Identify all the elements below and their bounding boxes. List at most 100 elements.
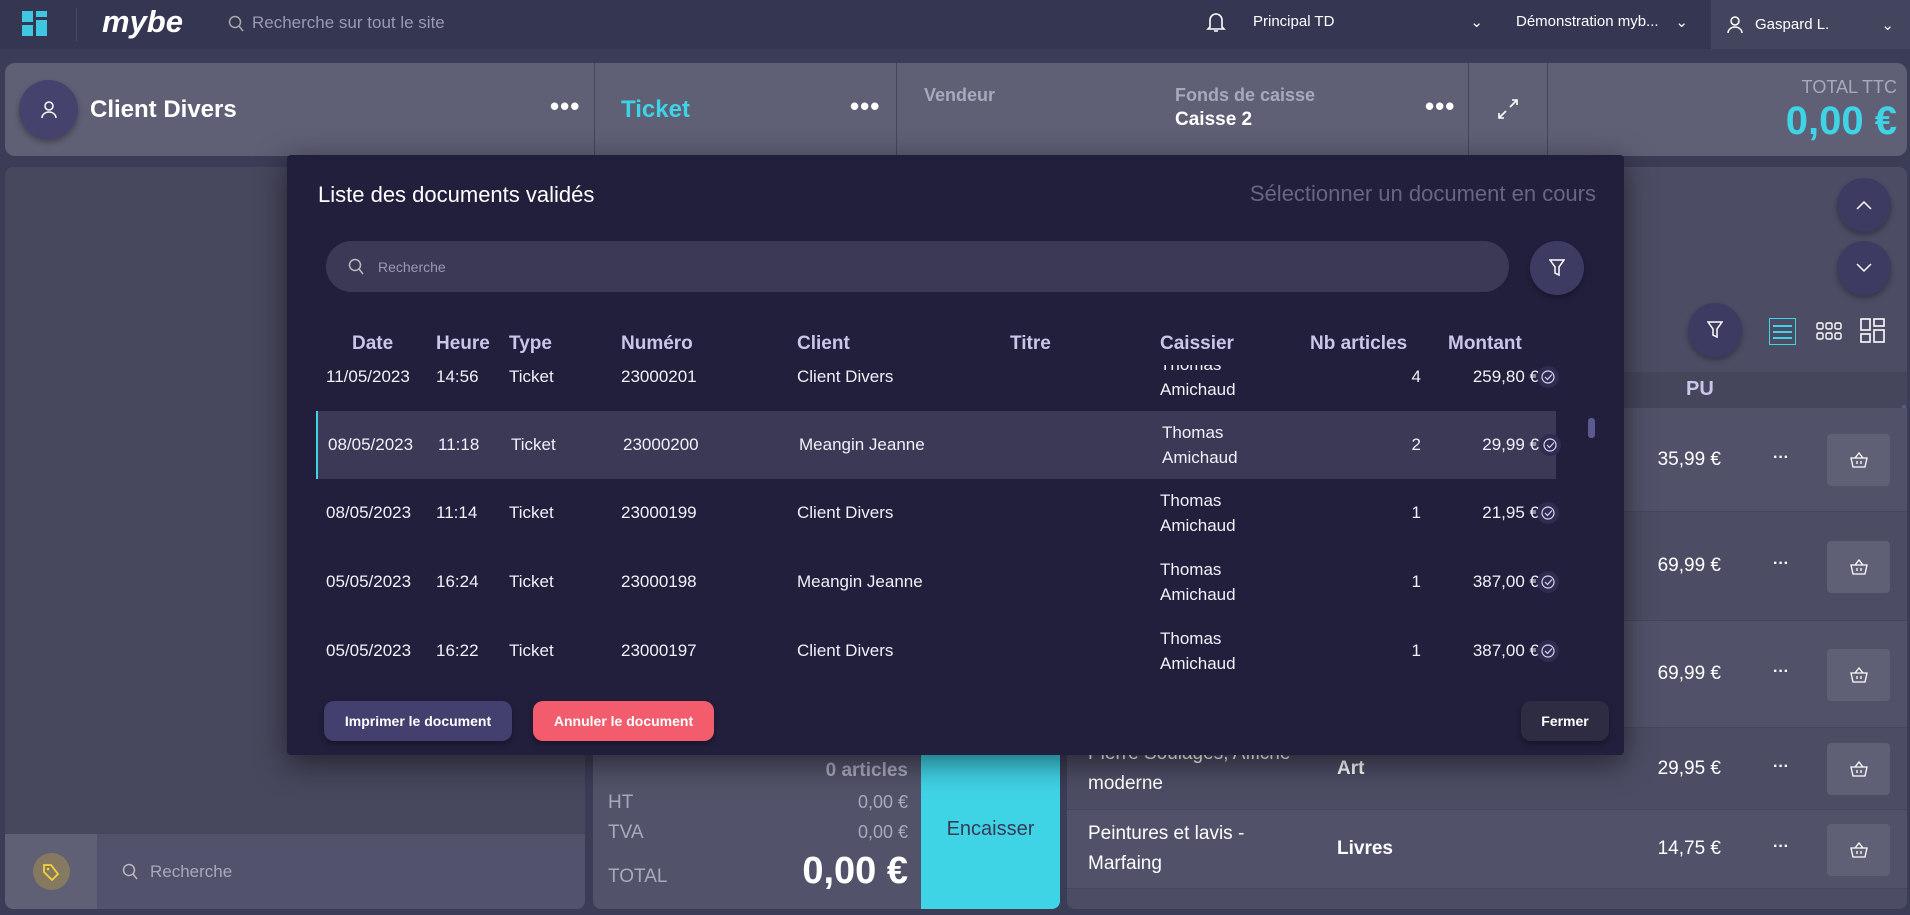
- filter-icon: [1707, 321, 1723, 339]
- col-nb-articles[interactable]: Nb articles: [1310, 333, 1407, 355]
- search-icon: [348, 258, 364, 275]
- cell-date: 05/05/2023: [326, 572, 412, 591]
- doc-type[interactable]: Ticket: [621, 96, 690, 124]
- close-button[interactable]: Fermer: [1521, 701, 1609, 741]
- cell-client: Client Divers: [797, 367, 894, 386]
- product-pu: 69,99 €: [1657, 663, 1721, 684]
- validated-check-icon: [1537, 502, 1559, 524]
- cell-heure: 11:14: [436, 503, 478, 522]
- search-icon: [228, 15, 244, 31]
- documents-scrollbar[interactable]: [1588, 418, 1595, 438]
- bell-icon[interactable]: [1206, 11, 1226, 38]
- total-ttc-label: TOTAL TTC: [1801, 77, 1897, 97]
- col-montant[interactable]: Montant: [1448, 333, 1522, 355]
- product-more-button[interactable]: ···: [1773, 838, 1789, 856]
- apps-grid-icon[interactable]: [22, 11, 48, 42]
- expand-icon[interactable]: [1497, 98, 1519, 125]
- document-filter-button[interactable]: [1530, 241, 1584, 295]
- cell-client: Meangin Jeanne: [799, 435, 925, 454]
- cell-montant: 29,99 €: [1482, 435, 1539, 454]
- scroll-up-button[interactable]: [1837, 178, 1891, 232]
- fonds-label: Fonds de caisse: [1175, 85, 1316, 105]
- validated-check-icon: [1537, 366, 1559, 388]
- cell-client: Meangin Jeanne: [797, 572, 923, 591]
- document-row[interactable]: 08/05/2023 11:14 Ticket 23000199 Client Dive…: [316, 479, 1559, 547]
- cell-caissier: ThomasAmichaud: [1162, 423, 1238, 467]
- cell-montant: 387,00 €: [1472, 572, 1539, 591]
- cell-montant: 259,80 €: [1472, 367, 1539, 386]
- modal-title: Liste des documents validés: [318, 182, 595, 207]
- user-menu[interactable]: Gaspard L. ⌄: [1711, 0, 1910, 49]
- product-pu: 29,95 €: [1657, 757, 1721, 779]
- col-numero[interactable]: Numéro: [621, 333, 693, 355]
- document-row[interactable]: 05/05/2023 16:22 Ticket 23000197 Client Dive…: [316, 617, 1559, 685]
- col-date[interactable]: Date: [352, 333, 393, 355]
- cell-nb-articles: 4: [1411, 367, 1421, 386]
- validated-check-icon: [1539, 434, 1561, 456]
- chevron-down-icon: [1856, 263, 1872, 273]
- cell-date: 08/05/2023: [326, 503, 412, 522]
- basket-icon: [1849, 841, 1868, 858]
- cell-heure: 11:18: [438, 435, 480, 454]
- cell-nb-articles: 2: [1411, 435, 1421, 454]
- cell-client: Client Divers: [797, 641, 894, 660]
- store-select[interactable]: Principal TD ⌄: [1253, 13, 1483, 31]
- col-titre[interactable]: Titre: [1010, 333, 1051, 355]
- scroll-down-button[interactable]: [1837, 241, 1891, 295]
- document-search-input[interactable]: Recherche: [326, 241, 1509, 292]
- cell-numero: 23000200: [623, 435, 699, 454]
- search-icon: [122, 863, 138, 880]
- vendeur-label[interactable]: Vendeur: [924, 85, 995, 106]
- product-search-input[interactable]: Recherche: [97, 834, 585, 909]
- client-more-button[interactable]: •••: [550, 93, 580, 119]
- cell-numero: 23000199: [621, 503, 697, 522]
- client-avatar[interactable]: [19, 80, 78, 139]
- document-row[interactable]: 11/05/2023 14:56 Ticket 23000201 Client Dive…: [316, 365, 1559, 411]
- doctype-more-button[interactable]: •••: [850, 93, 880, 119]
- chevron-down-icon: ⌄: [1881, 16, 1894, 34]
- fonds-value[interactable]: Caisse 2: [1175, 109, 1252, 131]
- col-client[interactable]: Client: [797, 333, 850, 355]
- col-heure[interactable]: Heure: [436, 333, 490, 355]
- validated-check-icon: [1537, 571, 1559, 593]
- add-to-basket-button[interactable]: [1827, 648, 1890, 701]
- total-ttc-value: 0,00 €: [1785, 99, 1897, 143]
- print-document-button[interactable]: Imprimer le document: [324, 701, 512, 741]
- product-more-button[interactable]: ···: [1773, 663, 1789, 681]
- tile-view-icon[interactable]: [1860, 318, 1886, 349]
- document-row[interactable]: 05/05/2023 16:24 Ticket 23000198 Meangin Jea…: [316, 548, 1559, 616]
- document-row[interactable]: 08/05/2023 11:18 Ticket 23000200 Meangin Jea…: [316, 411, 1561, 479]
- cell-date: 05/05/2023: [326, 641, 412, 660]
- product-more-button[interactable]: ···: [1773, 555, 1789, 573]
- product-row[interactable]: Peintures et lavis - Marfaing Livres 14,75…: [1067, 810, 1907, 889]
- user-icon: [40, 100, 57, 118]
- validated-documents-modal: Liste des documents validés Sélectionner…: [287, 155, 1624, 755]
- add-to-basket-button[interactable]: [1827, 434, 1890, 486]
- add-to-basket-button[interactable]: [1827, 743, 1890, 795]
- col-caissier[interactable]: Caissier: [1160, 333, 1234, 355]
- select-current-document-link[interactable]: Sélectionner un document en cours: [1250, 181, 1596, 207]
- brand-logo[interactable]: mybe: [102, 4, 183, 40]
- product-filter-button[interactable]: [1688, 303, 1742, 357]
- chevron-up-icon: [1856, 200, 1872, 210]
- user-icon: [1727, 15, 1743, 33]
- product-more-button[interactable]: ···: [1773, 758, 1789, 776]
- cell-caissier: ThomasAmichaud: [1160, 491, 1236, 535]
- product-more-button[interactable]: ···: [1773, 449, 1789, 467]
- col-type[interactable]: Type: [509, 333, 552, 355]
- global-search[interactable]: Recherche sur tout le site: [228, 13, 445, 33]
- cancel-document-button[interactable]: Annuler le document: [533, 701, 714, 741]
- add-to-basket-button[interactable]: [1827, 540, 1890, 593]
- add-to-basket-button[interactable]: [1827, 823, 1890, 876]
- grid-view-icon[interactable]: [1816, 322, 1842, 345]
- promo-button[interactable]: [5, 834, 97, 909]
- list-view-icon[interactable]: [1769, 318, 1796, 345]
- company-select[interactable]: Démonstration myb... ⌄: [1516, 13, 1688, 31]
- cell-nb-articles: 1: [1411, 572, 1421, 591]
- client-name[interactable]: Client Divers: [90, 96, 237, 124]
- product-category: Livres: [1337, 838, 1393, 859]
- cell-caissier: ThomasAmichaud: [1160, 629, 1236, 673]
- cell-numero: 23000201: [621, 367, 697, 386]
- caisse-more-button[interactable]: •••: [1425, 93, 1455, 119]
- documents-table-body: 11/05/2023 14:56 Ticket 23000201 Client Dive…: [316, 365, 1582, 710]
